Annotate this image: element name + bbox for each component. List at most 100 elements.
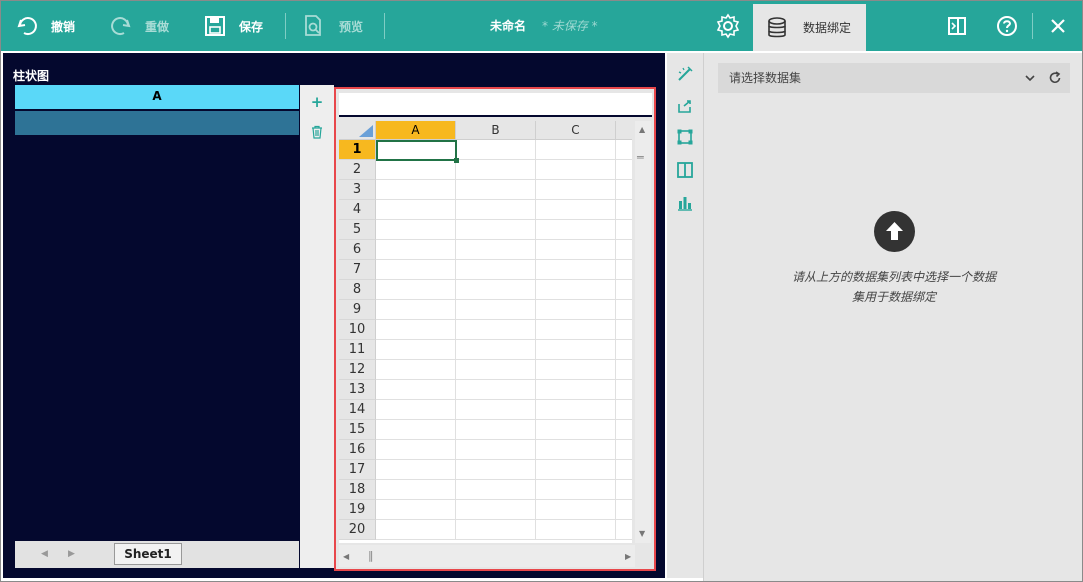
grid-cell[interactable] [376,400,456,420]
grid-cell[interactable] [616,380,632,400]
next-sheet-icon[interactable]: ▶ [68,549,75,559]
grid-cell[interactable] [616,240,632,260]
grid-cell[interactable] [616,500,632,520]
grid-cell[interactable] [616,520,632,540]
row-header[interactable]: 16 [339,440,376,460]
grid-cell[interactable] [616,340,632,360]
grid-cell[interactable] [616,280,632,300]
row-header[interactable]: 8 [339,280,376,300]
grid-cell[interactable] [616,420,632,440]
scroll-thumb-icon[interactable]: ═ [637,151,644,164]
row-header[interactable]: 4 [339,200,376,220]
undo-button[interactable]: 撤销 [15,1,75,51]
grid-cell[interactable] [536,180,616,200]
grid-cell[interactable] [456,460,536,480]
grid-cell[interactable] [616,220,632,240]
row-header[interactable]: 17 [339,460,376,480]
row-header[interactable]: 11 [339,340,376,360]
panel-toggle-button[interactable] [947,1,967,51]
add-icon[interactable]: + [310,95,324,110]
grid-cell[interactable] [536,260,616,280]
row-header[interactable]: 6 [339,240,376,260]
grid-cell[interactable] [456,260,536,280]
chevron-down-icon[interactable] [1024,73,1036,83]
grid-cell[interactable] [616,360,632,380]
row-header[interactable]: 2 [339,160,376,180]
row-header[interactable]: 3 [339,180,376,200]
grid-cell[interactable] [376,340,456,360]
row-header[interactable]: 13 [339,380,376,400]
column-header-a[interactable]: A [376,121,456,140]
grid-cell[interactable] [456,180,536,200]
save-button[interactable]: 保存 [204,1,263,51]
grid-cell[interactable] [376,500,456,520]
scroll-down-icon[interactable]: ▼ [639,529,645,538]
grid-cell[interactable] [536,160,616,180]
row-header[interactable]: 15 [339,420,376,440]
column-header-b[interactable]: B [456,121,536,140]
grid-cell[interactable] [536,500,616,520]
row-header[interactable]: 10 [339,320,376,340]
grid-cell[interactable] [376,440,456,460]
grid-cell[interactable] [616,140,632,160]
grid-cell[interactable] [456,420,536,440]
row-header[interactable]: 7 [339,260,376,280]
bar-chart-icon[interactable] [676,194,694,212]
grid-cell[interactable] [616,300,632,320]
row-header[interactable]: 19 [339,500,376,520]
grid-cell[interactable] [376,280,456,300]
grid-cell[interactable] [536,480,616,500]
grid-cell[interactable] [536,520,616,540]
grid-cell[interactable] [536,300,616,320]
horizontal-scrollbar[interactable]: ◀ ‖ ▶ [339,545,635,567]
grid-cell[interactable] [376,200,456,220]
grid-cell[interactable] [616,480,632,500]
vertical-scrollbar[interactable]: ▲ ═ ▼ [635,121,651,543]
grid-cell[interactable] [536,240,616,260]
refresh-icon[interactable] [1048,71,1062,85]
redo-button[interactable]: 重做 [109,1,169,51]
grid-cell[interactable] [616,440,632,460]
row-header[interactable]: 12 [339,360,376,380]
tab-data-binding[interactable]: 数据绑定 [753,4,866,51]
grid-cell[interactable] [456,440,536,460]
grid-cell[interactable] [376,380,456,400]
grid-cell[interactable] [376,320,456,340]
grid-cell[interactable] [376,240,456,260]
grid-cell[interactable] [536,380,616,400]
grid-cell[interactable] [536,140,616,160]
help-button[interactable] [996,1,1018,51]
grid-cell[interactable] [616,180,632,200]
grid-cell[interactable] [536,460,616,480]
grid-cell[interactable] [376,180,456,200]
grid-cell[interactable] [456,300,536,320]
grid-cell[interactable] [536,220,616,240]
magic-wand-icon[interactable] [676,65,694,83]
row-header[interactable]: 1 [339,140,376,160]
grid-cell[interactable] [456,380,536,400]
sheet-tab[interactable]: Sheet1 [114,543,182,565]
row-header[interactable]: 18 [339,480,376,500]
grid-cell[interactable] [616,200,632,220]
dataset-select[interactable]: 请选择数据集 [718,63,1070,93]
grid-cell[interactable] [456,400,536,420]
grid-cell[interactable] [456,340,536,360]
grid-cell[interactable] [376,260,456,280]
grid-cell[interactable] [456,280,536,300]
grid-cell[interactable] [376,160,456,180]
row-header[interactable]: 9 [339,300,376,320]
grid-cell[interactable] [456,160,536,180]
grid-cell[interactable] [456,200,536,220]
preview-button[interactable]: 预览 [303,1,363,51]
grid-cell[interactable] [536,200,616,220]
scroll-hthumb-icon[interactable]: ‖ [368,549,374,562]
row-header[interactable]: 20 [339,520,376,540]
grid-cell[interactable] [456,140,536,160]
grid-cell[interactable] [456,480,536,500]
grid-cell[interactable] [616,320,632,340]
grid-cell[interactable] [456,520,536,540]
column-header-c[interactable]: C [536,121,616,140]
grid-cell[interactable] [536,440,616,460]
grid-cell[interactable] [376,420,456,440]
grid-cell[interactable] [376,480,456,500]
